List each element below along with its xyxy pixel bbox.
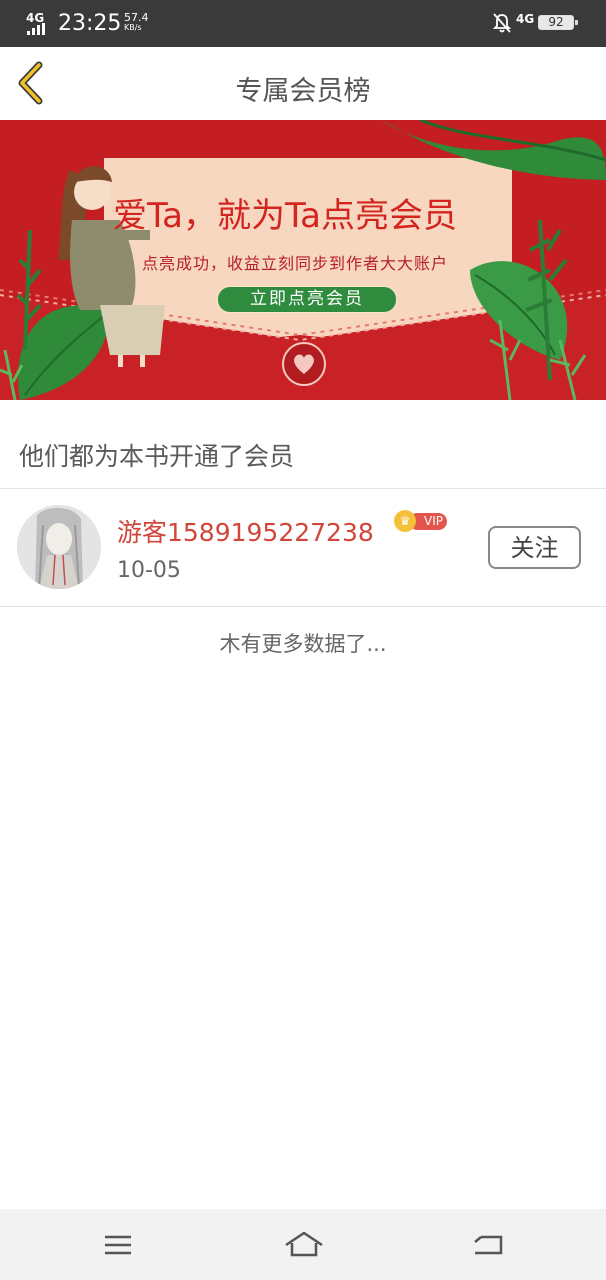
promo-banner[interactable]: 爱Ta，就为Ta点亮会员 点亮成功，收益立刻同步到作者大大账户 立即点亮会员 bbox=[0, 120, 606, 400]
member-name[interactable]: 游客1589195227238 bbox=[117, 513, 374, 549]
system-nav-bar bbox=[0, 1209, 606, 1280]
speed-unit: KB/s bbox=[124, 23, 142, 32]
banner-subline: 点亮成功，收益立刻同步到作者大大账户 bbox=[142, 254, 449, 273]
light-up-membership-button[interactable]: 立即点亮会员 bbox=[217, 286, 397, 313]
follow-button[interactable]: 关注 bbox=[488, 526, 581, 569]
back-icon[interactable] bbox=[471, 1229, 505, 1261]
vip-badge: VIP ♛ bbox=[394, 510, 450, 534]
network-type-right: 4G bbox=[516, 12, 535, 26]
member-date: 10-05 bbox=[117, 558, 181, 583]
menu-icon[interactable] bbox=[101, 1229, 135, 1261]
battery-icon: 92 bbox=[538, 15, 578, 30]
signal-icon bbox=[27, 23, 49, 35]
avatar[interactable] bbox=[17, 505, 101, 589]
divider bbox=[0, 606, 606, 607]
title-bar: 专属会员榜 bbox=[0, 47, 606, 120]
speed-value: 57.4 bbox=[124, 11, 149, 24]
avatar-illustration bbox=[17, 505, 101, 589]
section-heading: 他们都为本书开通了会员 bbox=[19, 442, 295, 471]
status-bar: 4G 23:25 57.4 KB/s 4G 92 bbox=[0, 0, 606, 47]
home-icon[interactable] bbox=[284, 1229, 324, 1261]
battery-level: 92 bbox=[548, 15, 564, 29]
list-item[interactable]: 游客1589195227238 VIP ♛ 10-05 关注 bbox=[0, 489, 606, 607]
clock: 23:25 bbox=[58, 11, 122, 36]
list-end-message: 木有更多数据了... bbox=[219, 632, 387, 656]
crown-icon: ♛ bbox=[394, 510, 416, 532]
mute-bell-icon bbox=[492, 13, 512, 33]
network-speed: 57.4 KB/s bbox=[124, 12, 149, 32]
page-title: 专属会员榜 bbox=[235, 76, 371, 107]
banner-headline: 爱Ta，就为Ta点亮会员 bbox=[113, 196, 457, 236]
